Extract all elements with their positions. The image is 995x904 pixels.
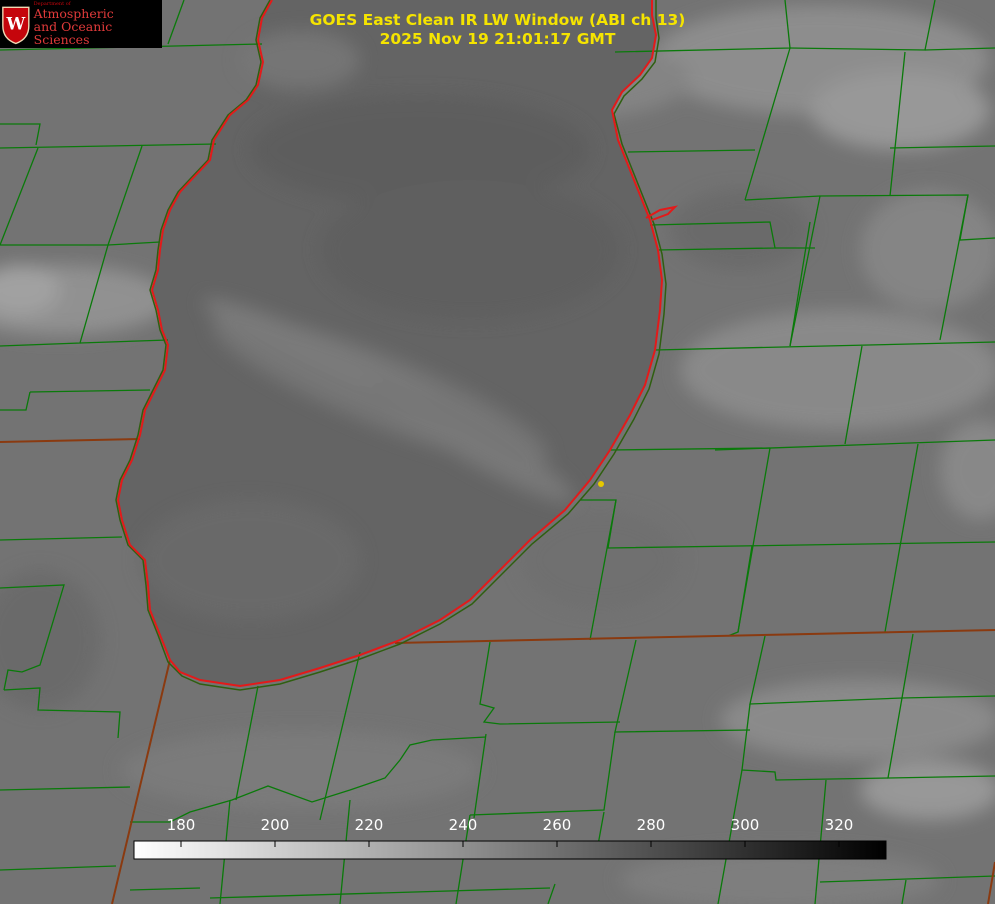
image-title: GOES East Clean IR LW Window (ABI ch 13)… [250,11,745,49]
title-line2: 2025 Nov 19 21:01:17 GMT [379,30,616,48]
location-marker [598,481,604,487]
logo-line2: and Oceanic Sciences [33,19,113,48]
crest-letter: W [5,14,25,34]
title-line1: GOES East Clean IR LW Window (ABI ch 13) [309,11,686,29]
colorbar-tick-label: 240 [449,816,478,834]
colorbar-gradient [133,840,887,860]
colorbar-tick-label: 320 [825,816,854,834]
colorbar-tick-label: 180 [167,816,196,834]
colorbar-tick-label: 280 [637,816,666,834]
colorbar-tick-label: 260 [543,816,572,834]
satellite-map: 180 200 220 240 260 280 300 320 [0,0,995,904]
university-logo: W Department of Atmospheric and Oceanic … [0,0,162,48]
colorbar-tick-label: 200 [261,816,290,834]
colorbar-tick-label: 220 [355,816,384,834]
colorbar-tick-label: 300 [731,816,760,834]
crest-icon: W [2,6,30,45]
